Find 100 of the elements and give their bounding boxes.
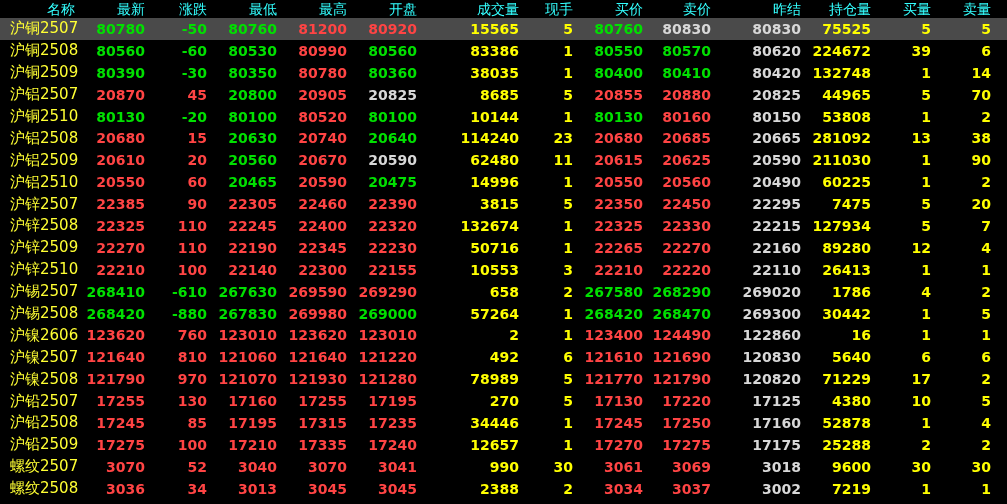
table-cell: 123010 [218, 328, 277, 343]
table-cell: 22300 [298, 262, 347, 277]
table-cell: 17195 [228, 415, 277, 430]
table-cell: 22220 [662, 262, 711, 277]
table-cell: 121610 [584, 350, 643, 365]
table-cell: 6 [921, 350, 931, 365]
table-cell: 1 [563, 328, 573, 343]
column-header[interactable]: 名称 [47, 0, 75, 18]
contract-name: 沪铜2509 [10, 65, 79, 81]
table-cell: 30 [971, 459, 991, 474]
table-cell: 78989 [470, 372, 519, 387]
table-cell: 123620 [288, 328, 347, 343]
table-cell: 20685 [662, 131, 711, 146]
table-cell: 5 [563, 197, 573, 212]
table-cell: 14 [971, 65, 991, 80]
column-header[interactable]: 成交量 [477, 0, 519, 18]
column-header[interactable]: 最新 [117, 0, 145, 18]
table-cell: 22215 [752, 218, 801, 233]
column-header[interactable]: 持仓量 [829, 0, 871, 18]
table-cell: 17245 [594, 415, 643, 430]
column-header[interactable]: 现手 [545, 0, 573, 18]
table-cell: 20740 [298, 131, 347, 146]
table-cell: 1 [921, 175, 931, 190]
table-cell: 3037 [672, 481, 711, 496]
column-header[interactable]: 昨结 [773, 0, 801, 18]
column-header[interactable]: 买量 [903, 0, 931, 18]
table-cell: 121790 [86, 372, 145, 387]
table-cell: 1 [563, 437, 573, 452]
table-cell: 22210 [594, 262, 643, 277]
table-cell: 22325 [96, 218, 145, 233]
table-cell: 3061 [604, 459, 643, 474]
table-cell: 17175 [752, 437, 801, 452]
column-header[interactable]: 卖量 [963, 0, 991, 18]
table-cell: 110 [177, 218, 207, 233]
table-cell: 2 [981, 109, 991, 124]
table-cell: 20680 [594, 131, 643, 146]
table-cell: 5 [981, 306, 991, 321]
table-cell: 120830 [742, 350, 801, 365]
table-cell: 50716 [470, 240, 519, 255]
table-cell: 17335 [298, 437, 347, 452]
table-cell: 80920 [368, 21, 417, 36]
table-cell: 80760 [228, 21, 277, 36]
contract-name: 沪铝2508 [10, 130, 79, 146]
column-header[interactable]: 卖价 [683, 0, 711, 18]
table-cell: 1 [921, 153, 931, 168]
table-cell: 22460 [298, 197, 347, 212]
table-cell: 658 [489, 284, 519, 299]
contract-name: 螺纹2508 [10, 481, 79, 497]
table-cell: 80830 [662, 21, 711, 36]
table-cell: 80400 [594, 65, 643, 80]
table-cell: 17255 [96, 394, 145, 409]
table-cell: 121770 [584, 372, 643, 387]
table-cell: 34 [187, 481, 207, 496]
table-cell: 80130 [96, 109, 145, 124]
table-cell: 1 [563, 240, 573, 255]
table-cell: 3040 [238, 459, 277, 474]
table-cell: 15 [187, 131, 207, 146]
table-cell: 12657 [470, 437, 519, 452]
table-cell: 80390 [96, 65, 145, 80]
table-cell: 22345 [298, 240, 347, 255]
table-cell: 1 [563, 306, 573, 321]
table-cell: 5 [563, 87, 573, 102]
quote-row[interactable]: 沪铜2507 80780 -50 80760 81200 80920 15565 5 80760 80830 80830 75525 5 5 [0, 18, 1007, 40]
table-cell: 3018 [762, 459, 801, 474]
table-cell: 20665 [752, 131, 801, 146]
table-cell: 20640 [368, 131, 417, 146]
column-header[interactable]: 开盘 [389, 0, 417, 18]
table-cell: 22210 [96, 262, 145, 277]
column-header[interactable]: 最低 [249, 0, 277, 18]
table-cell: 23 [553, 131, 573, 146]
table-cell: 80620 [752, 43, 801, 58]
table-cell: 2 [981, 437, 991, 452]
table-cell: 6 [563, 350, 573, 365]
table-cell: 3041 [378, 459, 417, 474]
table-cell: 100 [177, 262, 207, 277]
table-cell: 81200 [298, 21, 347, 36]
column-header[interactable]: 最高 [319, 0, 347, 18]
table-cell: 2 [921, 437, 931, 452]
table-cell: 22270 [662, 240, 711, 255]
table-cell: 1 [921, 109, 931, 124]
table-cell: 2 [981, 372, 991, 387]
table-cell: 20 [971, 197, 991, 212]
table-cell: -880 [171, 306, 207, 321]
table-cell: 25288 [822, 437, 871, 452]
table-cell: 1 [921, 306, 931, 321]
table-cell: 17160 [752, 415, 801, 430]
table-cell: -50 [181, 21, 207, 36]
table-cell: 4 [981, 240, 991, 255]
table-cell: 22305 [228, 197, 277, 212]
contract-name: 沪铜2507 [10, 21, 79, 37]
table-cell: 1 [981, 481, 991, 496]
table-cell: 71229 [822, 372, 871, 387]
table-cell: 20590 [752, 153, 801, 168]
table-cell: 121790 [652, 372, 711, 387]
table-cell: 120820 [742, 372, 801, 387]
table-cell: 52 [187, 459, 207, 474]
table-cell: 5 [563, 21, 573, 36]
column-header[interactable]: 涨跌 [179, 0, 207, 18]
table-cell: 22230 [368, 240, 417, 255]
column-header[interactable]: 买价 [615, 0, 643, 18]
